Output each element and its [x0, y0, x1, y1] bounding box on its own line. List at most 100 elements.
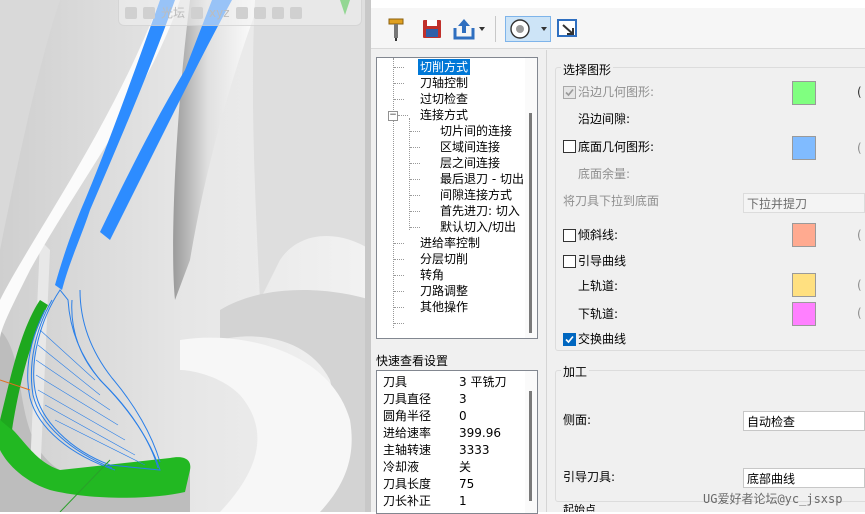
parameter-tree[interactable]: 切削方式 刀轴控制 过切检查 − 连接方式 切片间的连接 区域间连接 层之间连接… [376, 57, 538, 339]
tree-connector [410, 179, 420, 180]
tree-item-misc[interactable]: 其他操作 [420, 299, 468, 315]
viewport-toolbar-label: 光坛 [161, 6, 186, 20]
quick-view-value: 1 [459, 494, 467, 508]
tree-connector [410, 227, 420, 228]
resize-icon[interactable] [555, 16, 581, 42]
upper-rail-color-button[interactable] [792, 273, 816, 297]
tree-item-toolpath-adjust[interactable]: 刀路调整 [420, 283, 468, 299]
floor-stock-label: 底面余量: [578, 167, 631, 181]
graphics-viewport[interactable]: 光坛 xyz [0, 0, 371, 512]
tree-item-corners[interactable]: 转角 [420, 267, 444, 283]
quick-view-key: 圆角半径 [383, 409, 432, 423]
export-icon[interactable] [451, 16, 487, 42]
floor-geometry-label: 底面几何图形: [578, 140, 655, 154]
check-icon [565, 335, 574, 344]
select-geometry-title: 选择图形 [561, 61, 614, 78]
swap-curves-checkbox[interactable] [563, 333, 576, 346]
quick-view-key: 冷却液 [383, 460, 420, 474]
along-edge-count: ( [857, 85, 862, 99]
quick-view-value: 关 [459, 460, 472, 474]
check-icon [565, 88, 574, 97]
selection-icon[interactable] [271, 6, 284, 19]
tree-item-links[interactable]: 连接方式 [420, 107, 468, 123]
tree-connector [394, 99, 404, 100]
quick-view-value: 75 [459, 477, 475, 491]
start-point-section-title: 起始点 [563, 504, 596, 512]
tree-scrollbar[interactable] [525, 58, 537, 338]
along-edge-color-button[interactable] [792, 81, 816, 105]
tree-connector [410, 147, 420, 148]
quick-view-key: 刀长补正 [383, 494, 432, 508]
guide-tool-label: 引导刀具: [563, 470, 616, 484]
tree-item-first-approach[interactable]: 首先进刀: 切入 [440, 203, 520, 219]
save-icon[interactable] [421, 16, 443, 42]
floor-geometry-checkbox[interactable] [563, 140, 576, 153]
dialog-title-strip [371, 0, 865, 8]
quick-view-key: 主轴转速 [383, 443, 432, 457]
snap-icon[interactable] [235, 6, 248, 19]
tree-item-final-retract[interactable]: 最后退刀 - 切出 [440, 171, 524, 187]
tree-connector [394, 83, 404, 84]
snap-point-icon[interactable] [253, 6, 266, 19]
tree-item-default-lead[interactable]: 默认切入/切出 [440, 219, 516, 235]
quick-view-key: 进给速率 [383, 426, 432, 440]
panel-divider[interactable] [546, 50, 547, 512]
toolbar-separator [495, 16, 496, 42]
quick-view-value: 399.96 [459, 426, 501, 440]
collapse-icon[interactable]: − [388, 111, 398, 121]
pull-tool-label: 将刀具下拉到底面 [563, 194, 660, 208]
lower-rail-color-button[interactable] [792, 302, 816, 326]
filter-icon[interactable] [191, 6, 204, 19]
edge-clearance-label: 沿边间隙: [578, 112, 631, 126]
settings-icon[interactable] [289, 6, 302, 19]
tilt-line-color-button[interactable] [792, 223, 816, 247]
tool-icon[interactable] [385, 16, 407, 42]
tree-connector [410, 211, 420, 212]
tree-connector [394, 259, 404, 260]
view-icon[interactable] [143, 6, 155, 19]
floor-geometry-color-button[interactable] [792, 136, 816, 160]
tilt-line-count: ( [857, 228, 862, 242]
tree-connector [394, 291, 404, 292]
tree-item-feed-control[interactable]: 进给率控制 [420, 235, 480, 251]
machining-title: 加工 [561, 363, 590, 380]
side-dropdown[interactable]: 自动检查 [743, 411, 865, 431]
quick-view-value: 3 平铣刀 [459, 375, 507, 389]
viewport-quick-toolbar[interactable]: 光坛 xyz [118, 0, 362, 26]
lower-rail-count: ( [857, 306, 862, 320]
tree-connector [394, 307, 404, 308]
tree-item-layer-links[interactable]: 层之间连接 [440, 155, 500, 171]
tree-item-gouge-check[interactable]: 过切检查 [420, 91, 468, 107]
tilt-line-checkbox[interactable] [563, 229, 576, 242]
tree-connector [398, 115, 408, 116]
quick-view-key: 刀具长度 [383, 477, 432, 491]
floor-geometry-count: ( [857, 141, 862, 155]
guide-curve-checkbox[interactable] [563, 255, 576, 268]
guide-tool-dropdown[interactable]: 底部曲线 [743, 468, 865, 488]
quick-view-title: 快速查看设置 [376, 354, 449, 368]
tree-item-gap-links[interactable]: 间隙连接方式 [440, 187, 512, 203]
tree-item-cutting-method[interactable]: 切削方式 [418, 59, 471, 75]
tree-item-region-links[interactable]: 区域间连接 [440, 139, 500, 155]
quick-view-value: 3 [459, 392, 467, 406]
tree-item-depth-cuts[interactable]: 分层切削 [420, 251, 468, 267]
pull-tool-dropdown[interactable]: 下拉并提刀 [743, 193, 865, 213]
tree-connector [410, 195, 420, 196]
dialog-toolbar [371, 8, 865, 49]
quick-view-scrollbar[interactable] [525, 371, 537, 513]
side-label: 侧面: [563, 413, 592, 427]
tree-scrollbar-thumb[interactable] [529, 113, 532, 333]
lower-rail-label: 下轨道: [578, 307, 619, 321]
tree-connector-line [409, 118, 410, 230]
lock-icon[interactable] [125, 6, 137, 19]
along-edge-label: 沿边几何图形: [578, 85, 655, 99]
toolpath-model-view [0, 0, 371, 512]
display-icon[interactable] [505, 16, 551, 42]
upper-rail-count: ( [857, 278, 862, 292]
operation-dialog: 切削方式 刀轴控制 过切检查 − 连接方式 切片间的连接 区域间连接 层之间连接… [371, 0, 865, 514]
quick-view-value: 3333 [459, 443, 490, 457]
xyz-label: xyz [209, 5, 230, 20]
quick-view-scrollbar-thumb[interactable] [529, 391, 532, 501]
tree-item-tool-axis[interactable]: 刀轴控制 [420, 75, 468, 91]
tree-item-slice-links[interactable]: 切片间的连接 [440, 123, 512, 139]
